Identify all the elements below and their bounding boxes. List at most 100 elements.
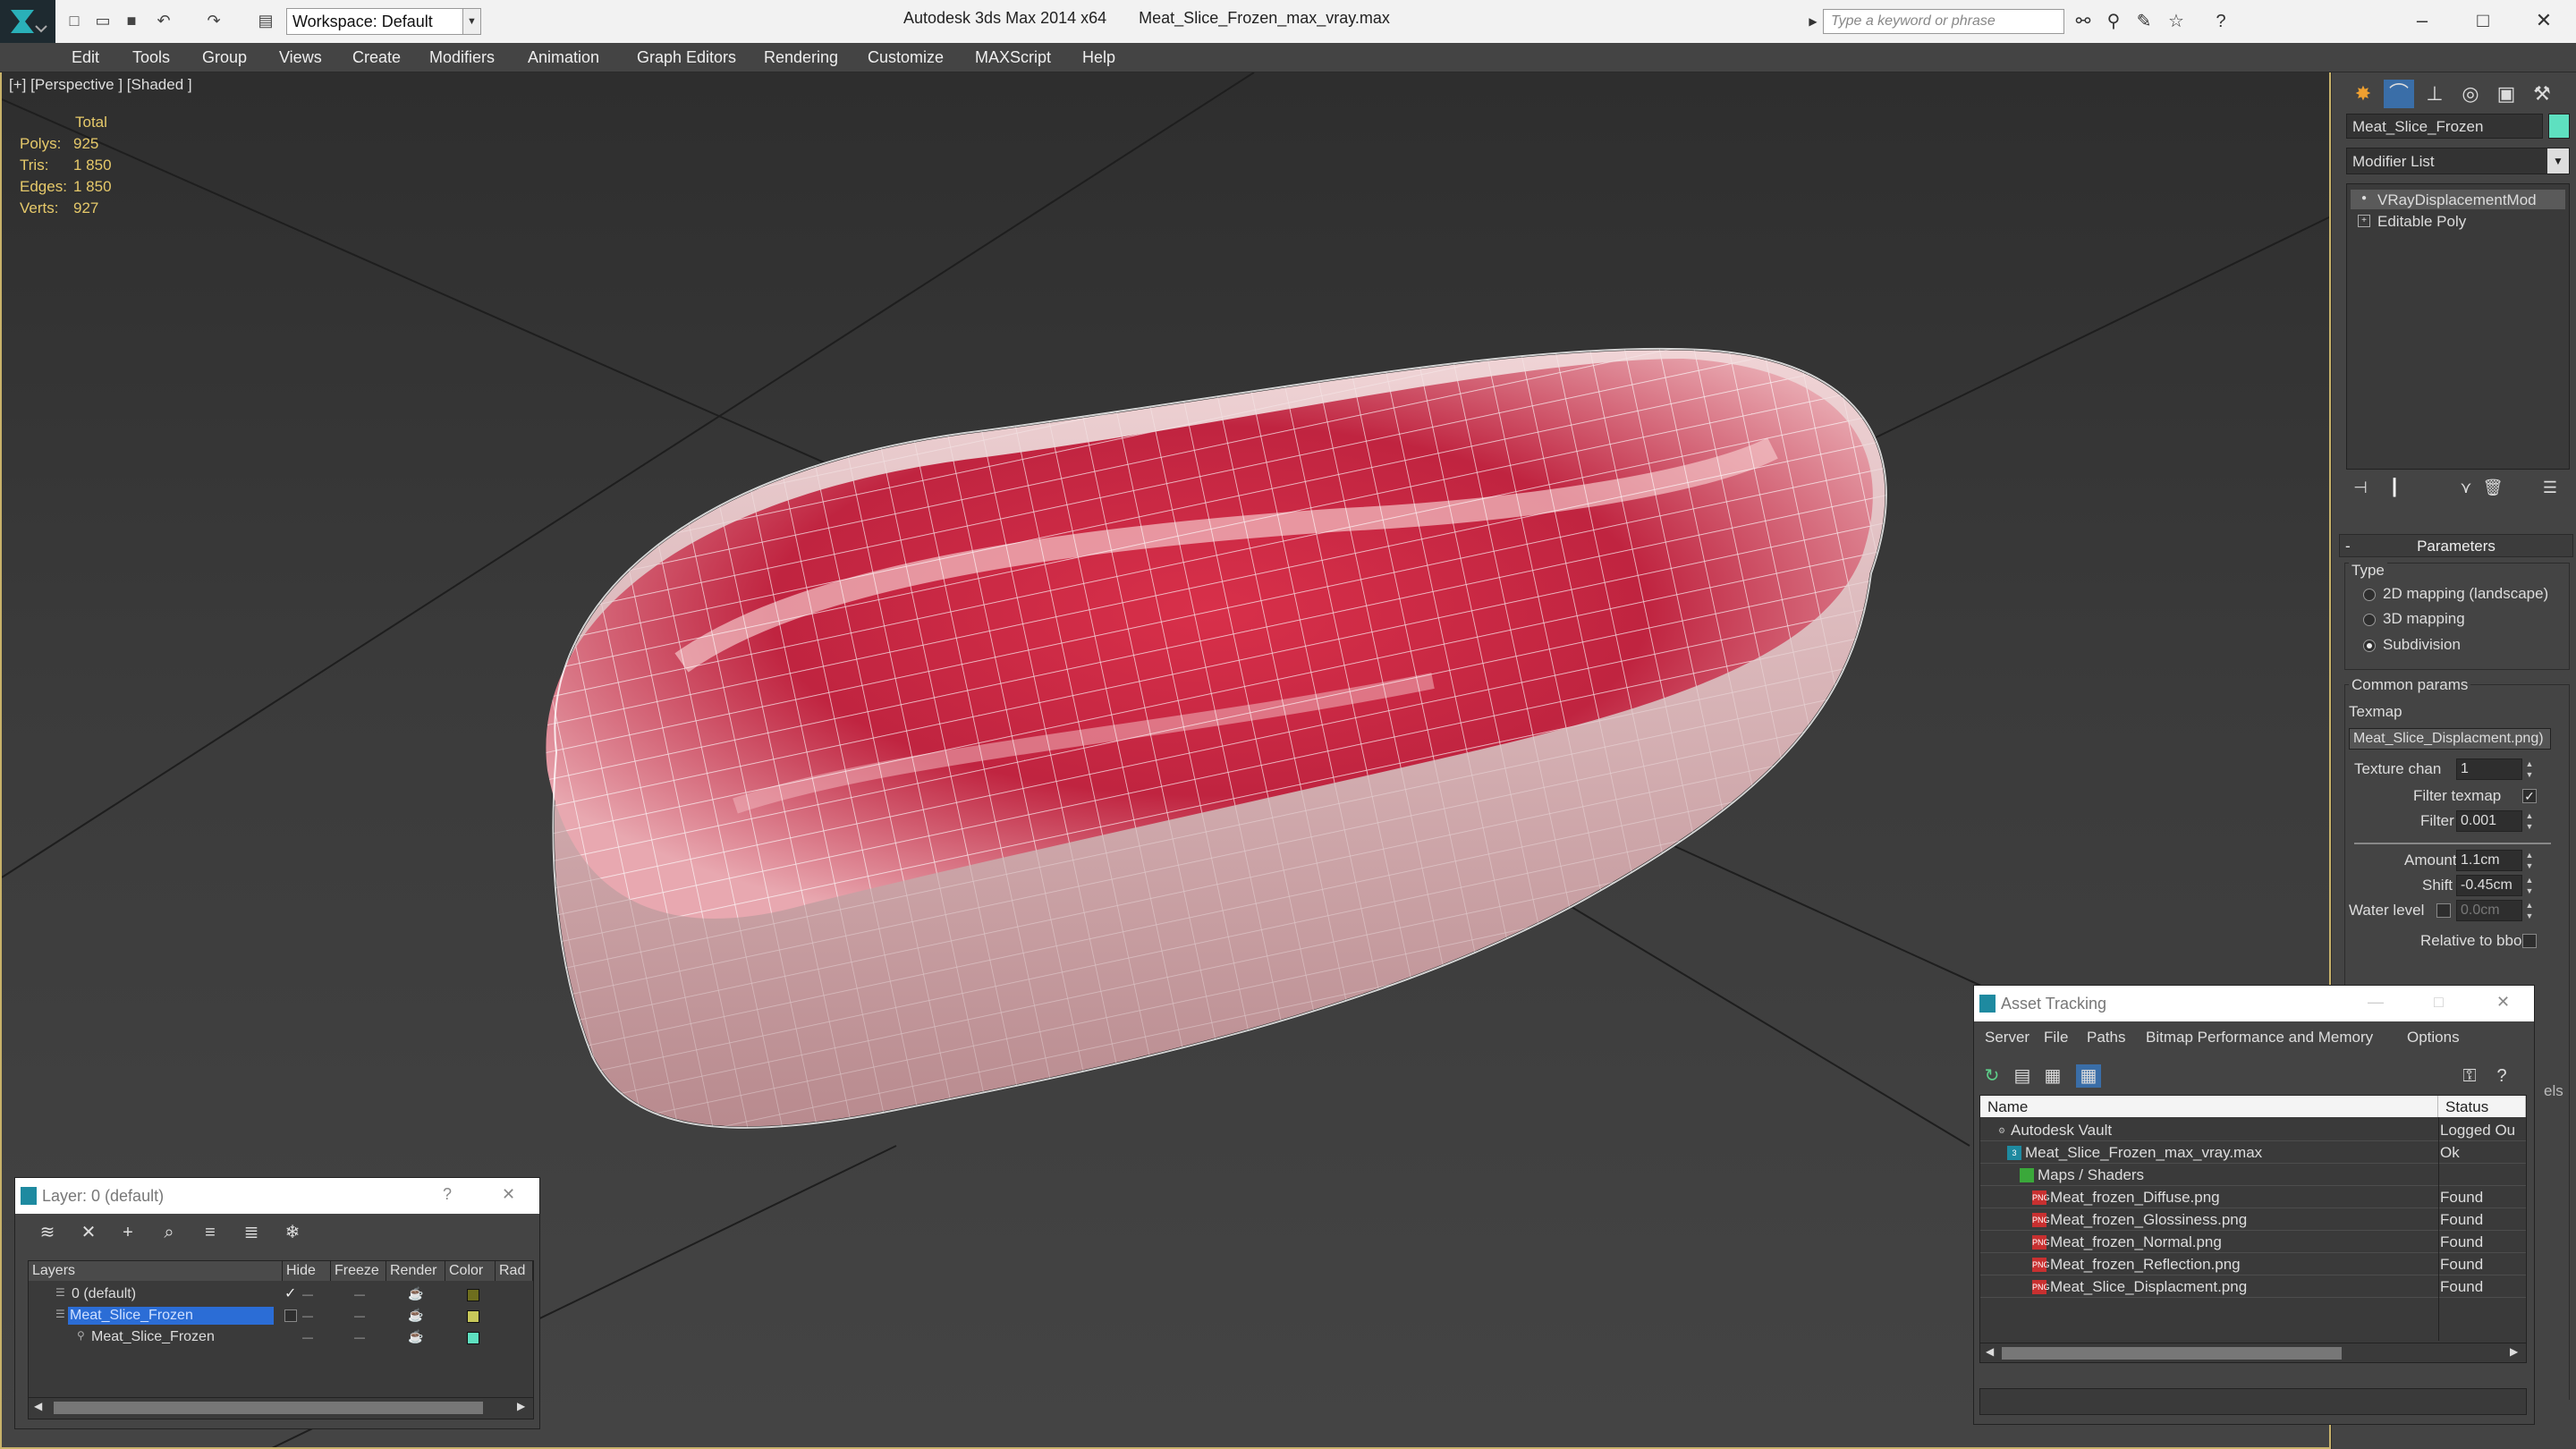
render-teapot-icon[interactable]: ☕ [408, 1308, 423, 1323]
asset-menu-bitmap[interactable]: Bitmap Performance and Memory [2146, 1029, 2373, 1046]
col-render[interactable]: Render [386, 1261, 445, 1281]
scroll-left-icon[interactable]: ◀ [34, 1400, 42, 1412]
new-layer-icon[interactable]: ≋ [35, 1221, 60, 1244]
asset-row-bitmap[interactable]: PNG Meat_frozen_Normal.png Found [1980, 1231, 2526, 1253]
hide-toggle[interactable]: — [302, 1309, 313, 1322]
relative-bbox-checkbox[interactable] [2522, 934, 2537, 948]
menu-tools[interactable]: Tools [132, 48, 170, 67]
shift-input[interactable]: -0.45cm [2456, 875, 2522, 896]
layer-color-swatch[interactable] [467, 1289, 479, 1301]
col-name[interactable]: Name [1980, 1096, 2438, 1117]
add-to-layer-icon[interactable]: + [115, 1221, 140, 1244]
freeze-all-icon[interactable]: ❄ [280, 1221, 305, 1244]
highlight-layer-icon[interactable]: ≡ [198, 1221, 223, 1244]
freeze-toggle[interactable]: — [354, 1331, 365, 1343]
make-unique-icon[interactable]: ⋎ [2453, 479, 2479, 500]
asset-row-bitmap[interactable]: PNG Meat_frozen_Reflection.png Found [1980, 1253, 2526, 1275]
col-color[interactable]: Color [445, 1261, 496, 1281]
menu-group[interactable]: Group [202, 48, 247, 67]
communication-icon[interactable]: ✎ [2132, 11, 2156, 32]
filter-blur-input[interactable]: 0.001 [2456, 810, 2522, 832]
menu-maxscript[interactable]: MAXScript [975, 48, 1051, 67]
hierarchy-tab-icon[interactable]: ⊥ [2419, 80, 2450, 108]
menu-help[interactable]: Help [1082, 48, 1115, 67]
hide-all-icon[interactable]: ≣ [239, 1221, 264, 1244]
radio-2d-mapping[interactable] [2363, 589, 2376, 601]
show-end-result-icon[interactable]: ┃ [2382, 479, 2407, 500]
minimize-icon[interactable]: — [2368, 993, 2384, 1012]
redo-icon[interactable]: ↷ [204, 11, 224, 30]
object-name-field[interactable]: Meat_Slice_Frozen [2346, 114, 2543, 139]
parameters-header[interactable]: - Parameters [2339, 534, 2573, 557]
layer-window-titlebar[interactable]: Layer: 0 (default) ? ✕ [15, 1178, 539, 1214]
scroll-right-icon[interactable]: ▶ [517, 1400, 525, 1412]
close-button[interactable]: ✕ [2526, 5, 2562, 36]
amount-spinner[interactable]: ▲ ▼ [2524, 850, 2535, 871]
shift-spinner[interactable]: ▲ ▼ [2524, 875, 2535, 896]
menu-modifiers[interactable]: Modifiers [429, 48, 495, 67]
filter-texmap-checkbox[interactable]: ✓ [2522, 789, 2537, 803]
freeze-toggle[interactable]: — [354, 1288, 365, 1301]
binoculars-icon[interactable]: ⚯ [2072, 11, 2095, 32]
project-folder-icon[interactable]: ▤ [256, 11, 275, 30]
col-layers[interactable]: Layers [29, 1261, 283, 1281]
lightbulb-icon[interactable]: ● [2358, 193, 2370, 206]
help-icon[interactable]: ? [2489, 1064, 2514, 1088]
water-level-checkbox[interactable] [2436, 903, 2451, 918]
stack-item-editable-poly[interactable]: + Editable Poly [2351, 211, 2565, 231]
scroll-right-icon[interactable]: ▶ [2510, 1345, 2518, 1358]
save-file-icon[interactable]: ■ [122, 11, 141, 30]
asset-row-max-file[interactable]: 3 Meat_Slice_Frozen_max_vray.max Ok [1980, 1141, 2526, 1164]
expand-plus-icon[interactable]: + [2358, 215, 2370, 227]
scroll-thumb[interactable] [2002, 1347, 2342, 1360]
asset-row-maps[interactable]: Maps / Shaders [1980, 1164, 2526, 1186]
amount-input[interactable]: 1.1cm [2456, 850, 2522, 871]
object-color-swatch[interactable] [467, 1332, 479, 1344]
create-tab-icon[interactable]: ✸ [2348, 80, 2378, 108]
menu-customize[interactable]: Customize [868, 48, 944, 67]
radio-subdivision[interactable] [2363, 640, 2376, 652]
col-hide[interactable]: Hide [283, 1261, 331, 1281]
search-input[interactable]: Type a keyword or phrase [1823, 9, 2064, 34]
modifier-list-dropdown[interactable]: Modifier List ▼ [2346, 148, 2570, 174]
maximize-icon[interactable]: □ [2434, 993, 2444, 1012]
water-level-spinner[interactable]: ▲ ▼ [2524, 900, 2535, 921]
app-menu-button[interactable] [0, 0, 55, 43]
pin-stack-icon[interactable]: ⊣ [2348, 479, 2373, 500]
select-objects-icon[interactable]: ⌕ [157, 1221, 182, 1244]
minimize-button[interactable]: – [2404, 5, 2440, 36]
asset-window-titlebar[interactable]: Asset Tracking — □ ✕ [1974, 986, 2534, 1021]
help-icon[interactable]: ? [2209, 11, 2233, 32]
asset-row-bitmap[interactable]: PNG Meat_frozen_Glossiness.png Found [1980, 1208, 2526, 1231]
workspace-dropdown[interactable]: Workspace: Default ▼ [286, 8, 481, 35]
help-button[interactable]: ? [443, 1185, 452, 1204]
asset-path-field[interactable] [1979, 1388, 2527, 1415]
col-radiosity[interactable]: Rad [496, 1261, 533, 1281]
table-view-icon[interactable]: ▦ [2076, 1064, 2101, 1088]
menu-animation[interactable]: Animation [528, 48, 599, 67]
delete-layer-icon[interactable]: ✕ [76, 1221, 101, 1244]
scroll-left-icon[interactable]: ◀ [1986, 1345, 1994, 1358]
asset-menu-server[interactable]: Server [1985, 1029, 2029, 1046]
close-icon[interactable]: ✕ [502, 1185, 515, 1204]
menu-create[interactable]: Create [352, 48, 401, 67]
remove-modifier-icon[interactable]: 🗑 [2480, 479, 2505, 500]
filter-blur-spinner[interactable]: ▲ ▼ [2524, 810, 2535, 832]
refresh-icon[interactable]: ↻ [1979, 1064, 2004, 1088]
configure-sets-icon[interactable]: ☰ [2538, 479, 2563, 500]
asset-row-vault[interactable]: ⚙ Autodesk Vault Logged Ou [1980, 1119, 2526, 1141]
asset-menu-paths[interactable]: Paths [2087, 1029, 2125, 1046]
asset-menu-options[interactable]: Options [2407, 1029, 2460, 1046]
menu-graph-editors[interactable]: Graph Editors [637, 48, 736, 67]
object-row[interactable]: ⚲ Meat_Slice_Frozen — — ☕ [29, 1327, 530, 1349]
render-teapot-icon[interactable]: ☕ [408, 1329, 423, 1344]
active-layer-check-icon[interactable]: ✓ [284, 1284, 296, 1302]
thumbnail-view-icon[interactable]: ▦ [2040, 1064, 2065, 1088]
freeze-toggle[interactable]: — [354, 1309, 365, 1322]
asset-menu-file[interactable]: File [2044, 1029, 2068, 1046]
texture-chan-input[interactable]: 1 [2456, 758, 2522, 780]
asset-row-bitmap[interactable]: PNG Meat_Slice_Displacment.png Found [1980, 1275, 2526, 1298]
layer-row[interactable]: ☰ Meat_Slice_Frozen — — ☕ [29, 1306, 530, 1327]
maximize-button[interactable]: □ [2465, 5, 2501, 36]
hide-toggle[interactable]: — [302, 1288, 313, 1301]
